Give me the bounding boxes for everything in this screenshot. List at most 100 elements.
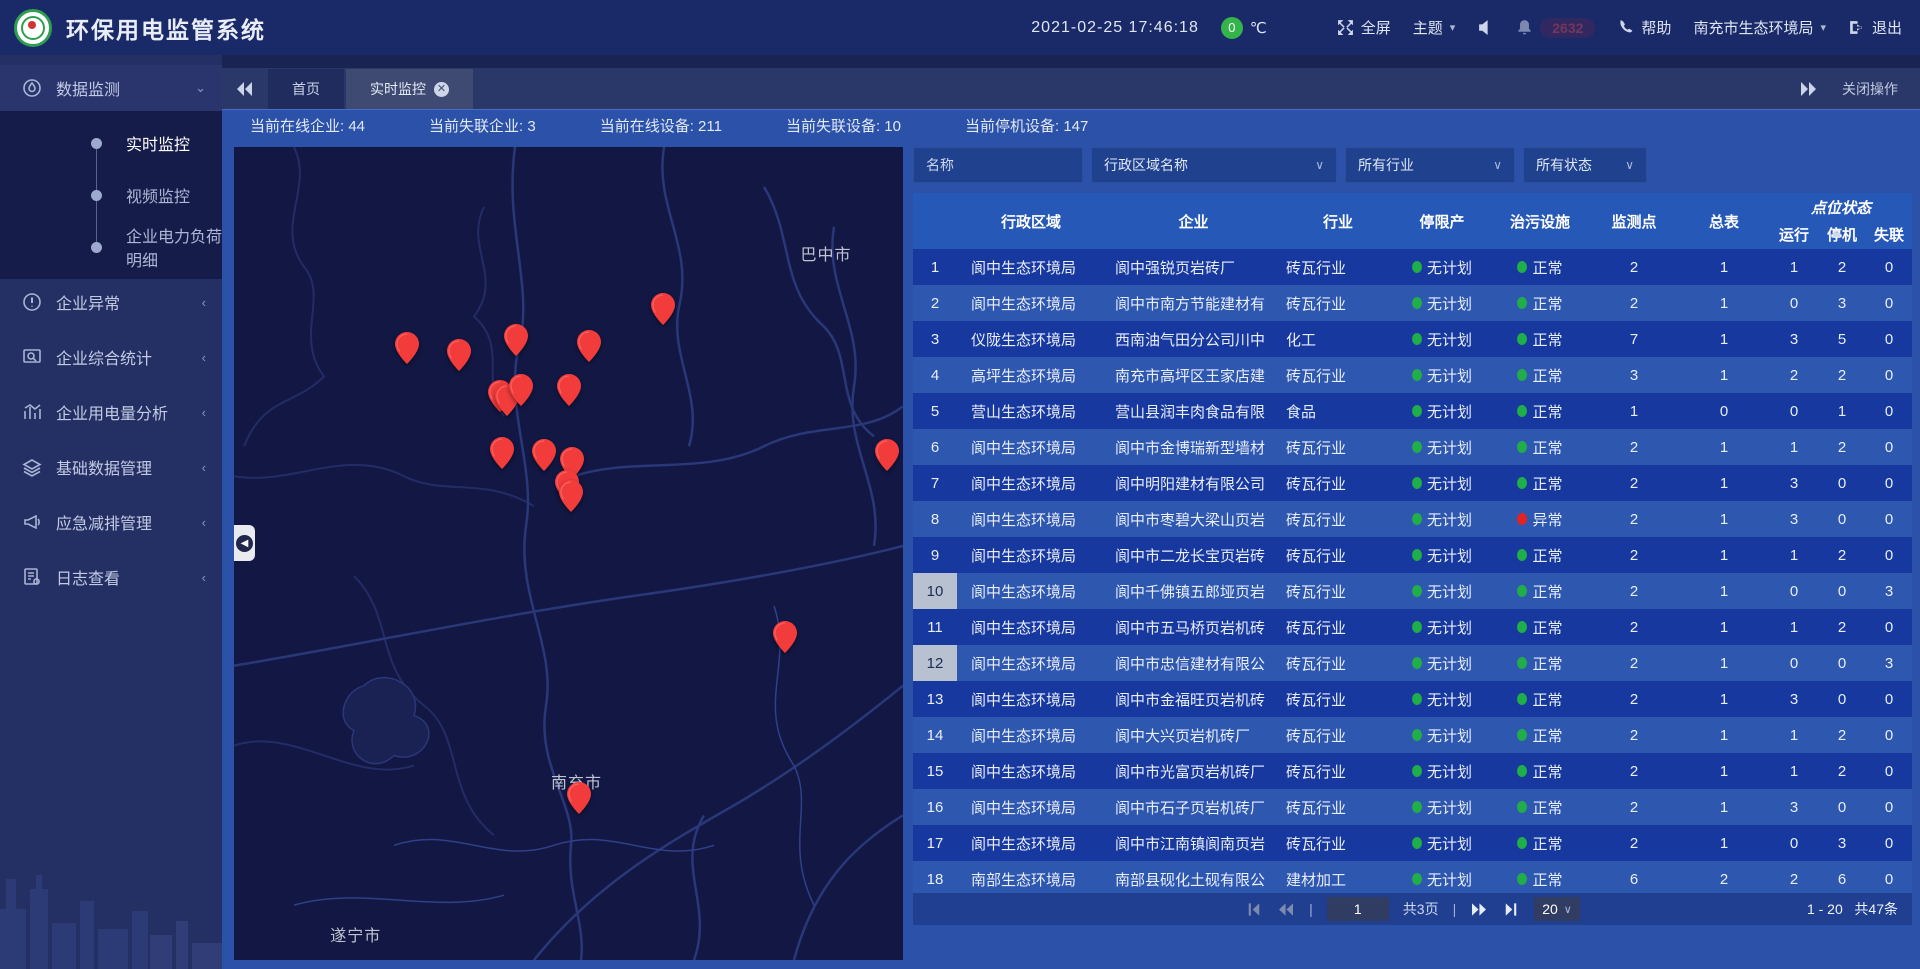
cell-monitor-count: 2 — [1590, 655, 1678, 672]
sidebar-item-2[interactable]: 企业综合统计‹ — [0, 334, 222, 380]
table-row[interactable]: 15阆中生态环境局阆中市光富页岩机砖厂砖瓦行业无计划正常21120 — [913, 753, 1912, 789]
table-row[interactable]: 6阆中生态环境局阆中市金博瑞新型墙材砖瓦行业无计划正常21120 — [913, 429, 1912, 465]
table-row[interactable]: 7阆中生态环境局阆中明阳建材有限公司砖瓦行业无计划正常21300 — [913, 465, 1912, 501]
tab-realtime-monitoring[interactable]: 实时监控 ✕ — [346, 69, 473, 109]
sidebar-item-6[interactable]: 日志查看‹ — [0, 554, 222, 600]
cell-facility-status: 正常 — [1490, 365, 1590, 386]
map-pin-icon[interactable] — [651, 293, 675, 325]
status-filter-select[interactable]: 所有状态 ∨ — [1523, 147, 1647, 183]
map-pin-icon[interactable] — [773, 621, 797, 653]
status-dot-icon — [1412, 765, 1422, 777]
prev-page-button[interactable] — [1277, 901, 1295, 917]
region-filter-select[interactable]: 行政区域名称 ∨ — [1091, 147, 1337, 183]
sidebar-item-0[interactable]: 数据监测⌄ — [0, 65, 222, 111]
tab-close-icon[interactable]: ✕ — [434, 82, 449, 97]
map-pin-icon[interactable] — [532, 439, 556, 471]
sidebar-item-4[interactable]: 基础数据管理‹ — [0, 444, 222, 490]
org-selector[interactable]: 南充市生态环境局 ▾ — [1693, 17, 1826, 38]
sidebar-item-3[interactable]: 企业用电量分析‹ — [0, 389, 222, 435]
cell-row-number: 17 — [913, 825, 957, 861]
table-row[interactable]: 11阆中生态环境局阆中市五马桥页岩机砖砖瓦行业无计划正常21120 — [913, 609, 1912, 645]
cell-stop-count: 6 — [1818, 871, 1866, 888]
sidebar-subitem[interactable]: 企业电力负荷明细 — [0, 221, 222, 273]
name-filter-input[interactable] — [913, 147, 1083, 183]
range-label: 1 - 20 — [1807, 901, 1843, 917]
log-icon — [22, 567, 42, 587]
col-region: 行政区域 — [957, 193, 1105, 249]
cell-industry: 砖瓦行业 — [1282, 257, 1394, 278]
enterprise-table: 行政区域 企业 行业 停限产 治污设施 监测点 总表 点位状态 运行 停机 失联 — [913, 193, 1912, 893]
double-chevron-right-icon[interactable] — [1800, 82, 1816, 96]
map-pin-icon[interactable] — [559, 480, 583, 512]
table-row[interactable]: 4高坪生态环境局南充市高坪区王家店建砖瓦行业无计划正常31220 — [913, 357, 1912, 393]
table-row[interactable]: 2阆中生态环境局阆中市南方节能建材有砖瓦行业无计划正常21030 — [913, 285, 1912, 321]
first-page-icon — [1247, 903, 1261, 916]
col-limit: 停限产 — [1394, 193, 1490, 249]
table-row[interactable]: 17阆中生态环境局阆中市江南镇阆南页岩砖瓦行业无计划正常21030 — [913, 825, 1912, 861]
notifications[interactable]: 2632 — [1516, 18, 1595, 38]
map-pin-icon[interactable] — [567, 782, 591, 814]
exit-button[interactable]: 退出 — [1848, 17, 1902, 38]
page-number-input[interactable] — [1327, 897, 1389, 921]
map-pin-icon[interactable] — [490, 437, 514, 469]
sidebar-subitem[interactable]: 视频监控 — [0, 169, 222, 221]
cell-limit-status: 无计划 — [1394, 617, 1490, 638]
col-industry: 行业 — [1282, 193, 1394, 249]
cell-lost-count: 0 — [1866, 403, 1912, 420]
map-pin-icon[interactable] — [509, 374, 533, 406]
map-pin-icon[interactable] — [875, 439, 899, 471]
cell-industry: 砖瓦行业 — [1282, 617, 1394, 638]
status-dot-icon — [1517, 621, 1527, 633]
cell-region: 阆中生态环境局 — [957, 437, 1105, 458]
table-row[interactable]: 8阆中生态环境局阆中市枣碧大梁山页岩砖瓦行业无计划异常21300 — [913, 501, 1912, 537]
sidebar-item-1[interactable]: 企业异常‹ — [0, 279, 222, 325]
table-row[interactable]: 14阆中生态环境局阆中大兴页岩机砖厂砖瓦行业无计划正常21120 — [913, 717, 1912, 753]
table-row[interactable]: 10阆中生态环境局阆中千佛镇五郎垭页岩砖瓦行业无计划正常21003 — [913, 573, 1912, 609]
cell-monitor-count: 2 — [1590, 439, 1678, 456]
map-pin-icon[interactable] — [557, 374, 581, 406]
cell-monitor-count: 1 — [1590, 403, 1678, 420]
cell-meter-count: 1 — [1678, 799, 1770, 816]
bell-icon — [1516, 19, 1533, 36]
mute-button[interactable] — [1477, 19, 1494, 36]
map-pin-icon[interactable] — [395, 332, 419, 364]
alert-icon — [22, 292, 42, 312]
cell-monitor-count: 3 — [1590, 367, 1678, 384]
cell-row-number: 14 — [913, 717, 957, 753]
table-row[interactable]: 5营山生态环境局营山县润丰肉食品有限食品无计划正常10010 — [913, 393, 1912, 429]
table-row[interactable]: 16阆中生态环境局阆中市石子页岩机砖厂砖瓦行业无计划正常21300 — [913, 789, 1912, 825]
table-row[interactable]: 9阆中生态环境局阆中市二龙长宝页岩砖砖瓦行业无计划正常21120 — [913, 537, 1912, 573]
table-row[interactable]: 3仪陇生态环境局西南油气田分公司川中化工无计划正常71350 — [913, 321, 1912, 357]
status-dot-icon — [1412, 297, 1422, 309]
cell-stop-count: 2 — [1818, 547, 1866, 564]
cell-company: 阆中明阳建材有限公司 — [1105, 473, 1282, 494]
table-row[interactable]: 13阆中生态环境局阆中市金福旺页岩机砖砖瓦行业无计划正常21300 — [913, 681, 1912, 717]
map-pin-icon[interactable] — [447, 339, 471, 371]
last-page-button[interactable] — [1502, 901, 1520, 917]
status-dot-icon — [1412, 621, 1422, 633]
map-collapse-handle[interactable]: ◀ — [234, 525, 255, 561]
close-operations-button[interactable]: 关闭操作 — [1842, 79, 1898, 99]
next-page-button[interactable] — [1470, 901, 1488, 917]
industry-filter-select[interactable]: 所有行业 ∨ — [1345, 147, 1515, 183]
help-button[interactable]: 帮助 — [1617, 17, 1671, 38]
cell-company: 阆中市江南镇阆南页岩 — [1105, 833, 1282, 854]
cell-row-number: 13 — [913, 681, 957, 717]
table-row[interactable]: 1阆中生态环境局阆中强锐页岩砖厂砖瓦行业无计划正常21120 — [913, 249, 1912, 285]
map-pin-icon[interactable] — [504, 324, 528, 356]
cell-industry: 砖瓦行业 — [1282, 509, 1394, 530]
cell-industry: 砖瓦行业 — [1282, 293, 1394, 314]
map-pin-icon[interactable] — [577, 330, 601, 362]
table-row[interactable]: 12阆中生态环境局阆中市忠信建材有限公砖瓦行业无计划正常21003 — [913, 645, 1912, 681]
status-dot-icon — [1517, 513, 1527, 525]
tab-scroll-left-button[interactable] — [222, 69, 268, 109]
fullscreen-button[interactable]: 全屏 — [1337, 17, 1391, 38]
sidebar-subitem[interactable]: 实时监控 — [0, 117, 222, 169]
page-size-select[interactable]: 20 ∨ — [1534, 897, 1580, 921]
sidebar-item-5[interactable]: 应急减排管理‹ — [0, 499, 222, 545]
first-page-button[interactable] — [1245, 901, 1263, 917]
table-row[interactable]: 18南部生态环境局南部县砚化土砚有限公建材加工无计划正常62260 — [913, 861, 1912, 893]
map-panel[interactable]: 巴中市南充市遂宁市 ◀ — [234, 147, 903, 960]
tab-home[interactable]: 首页 — [268, 69, 344, 109]
theme-selector[interactable]: 主题 ▾ — [1413, 17, 1456, 38]
